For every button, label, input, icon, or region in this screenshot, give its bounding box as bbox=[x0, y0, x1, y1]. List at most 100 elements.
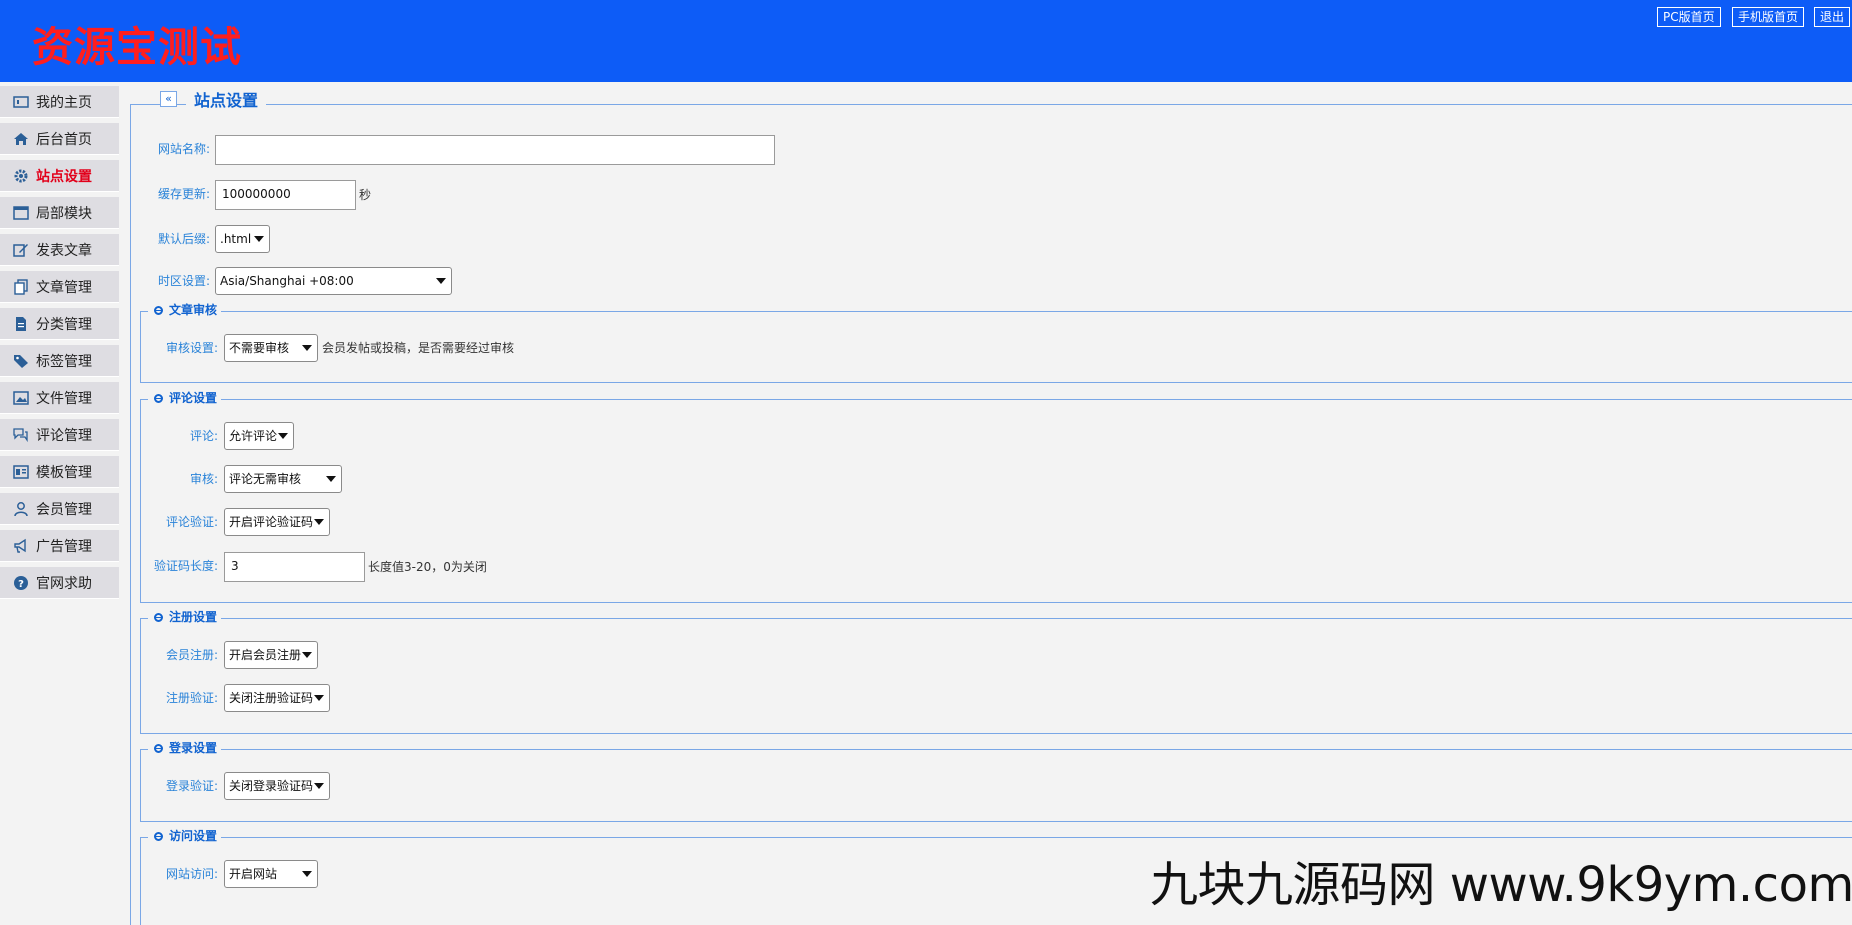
login-settings-legend: 登录设置 bbox=[148, 740, 222, 756]
sidebar-item-category-manage[interactable]: 分类管理 bbox=[0, 308, 119, 340]
image-icon bbox=[13, 390, 29, 406]
register-settings-legend: 注册设置 bbox=[148, 609, 222, 625]
collapse-circle-icon[interactable] bbox=[154, 831, 163, 841]
chevron-down-icon bbox=[278, 433, 288, 439]
sidebar-item-file-manage[interactable]: 文件管理 bbox=[0, 382, 119, 414]
site-access-select[interactable]: 开启网站 bbox=[224, 860, 318, 888]
pc-home-link[interactable]: PC版首页 bbox=[1657, 7, 1721, 27]
sidebar-item-template-manage[interactable]: 模板管理 bbox=[0, 456, 119, 488]
svg-text:?: ? bbox=[18, 579, 24, 590]
register-settings-legend-text: 注册设置 bbox=[169, 610, 218, 624]
sidebar-item-comment-manage[interactable]: 评论管理 bbox=[0, 419, 119, 451]
default-suffix-select[interactable]: .html bbox=[215, 225, 270, 253]
comment-value: 允许评论 bbox=[229, 429, 278, 443]
page-title: 站点设置 bbox=[186, 89, 267, 113]
timezone-label: 时区设置: bbox=[157, 274, 210, 288]
id-card-icon bbox=[13, 94, 29, 110]
site-name-label: 网站名称: bbox=[157, 142, 210, 156]
sidebar-item-label: 站点设置 bbox=[36, 168, 92, 185]
sidebar-item-label: 我的主页 bbox=[36, 94, 92, 111]
chevron-down-icon bbox=[314, 519, 324, 525]
collapse-circle-icon[interactable] bbox=[154, 393, 163, 403]
collapse-circle-icon[interactable] bbox=[154, 612, 163, 622]
login-settings-fieldset bbox=[140, 749, 1852, 822]
sidebar-item-article-manage[interactable]: 文章管理 bbox=[0, 271, 119, 303]
timezone-select[interactable]: Asia/Shanghai +08:00 bbox=[215, 267, 452, 295]
sidebar-item-my-home[interactable]: 我的主页 bbox=[0, 86, 119, 118]
comment-select[interactable]: 允许评论 bbox=[224, 422, 294, 450]
template-icon bbox=[13, 464, 29, 480]
comment-audit-select[interactable]: 评论无需审核 bbox=[224, 465, 342, 493]
edit-icon bbox=[13, 242, 29, 258]
sidebar-item-label: 分类管理 bbox=[36, 316, 92, 333]
login-captcha-select[interactable]: 关闭登录验证码 bbox=[224, 772, 330, 800]
sidebar-item-member-manage[interactable]: 会员管理 bbox=[0, 493, 119, 525]
chevron-down-icon bbox=[314, 783, 324, 789]
login-captcha-value: 关闭登录验证码 bbox=[229, 779, 314, 793]
sidebar-item-ad-manage[interactable]: 广告管理 bbox=[0, 530, 119, 562]
login-settings-legend-text: 登录设置 bbox=[169, 741, 218, 755]
timezone-value: Asia/Shanghai +08:00 bbox=[220, 274, 354, 288]
review-setting-select[interactable]: 不需要审核 bbox=[224, 334, 318, 362]
sidebar-item-post-article[interactable]: 发表文章 bbox=[0, 234, 119, 266]
file-icon bbox=[13, 316, 29, 332]
site-logo-title: 资源宝测试 bbox=[32, 23, 242, 71]
cache-unit-text: 秒 bbox=[359, 188, 372, 202]
article-review-legend-text: 文章审核 bbox=[169, 303, 218, 317]
register-settings-fieldset bbox=[140, 618, 1852, 734]
access-settings-legend: 访问设置 bbox=[148, 828, 222, 844]
site-access-label: 网站访问: bbox=[165, 867, 218, 881]
comment-captcha-value: 开启评论验证码 bbox=[229, 515, 314, 529]
register-captcha-value: 关闭注册验证码 bbox=[229, 691, 314, 705]
review-setting-value: 不需要审核 bbox=[229, 341, 290, 355]
chevron-down-icon bbox=[302, 871, 312, 877]
cache-update-label: 缓存更新: bbox=[157, 187, 210, 201]
sidebar-item-help[interactable]: ? 官网求助 bbox=[0, 567, 119, 599]
megaphone-icon bbox=[13, 538, 29, 554]
sidebar-item-label: 广告管理 bbox=[36, 538, 92, 555]
member-register-value: 开启会员注册 bbox=[229, 648, 302, 662]
sidebar-item-label: 会员管理 bbox=[36, 501, 92, 518]
collapse-circle-icon[interactable] bbox=[154, 743, 163, 753]
register-captcha-select[interactable]: 关闭注册验证码 bbox=[224, 684, 330, 712]
home-icon bbox=[13, 131, 29, 147]
mobile-home-link[interactable]: 手机版首页 bbox=[1732, 7, 1805, 27]
captcha-length-input[interactable]: 3 bbox=[224, 552, 365, 582]
sidebar-item-label: 模板管理 bbox=[36, 464, 92, 481]
review-setting-hint: 会员发帖或投稿，是否需要经过审核 bbox=[322, 341, 515, 355]
help-icon: ? bbox=[13, 575, 29, 591]
sidebar-item-label: 标签管理 bbox=[36, 353, 92, 370]
sidebar-item-label: 文件管理 bbox=[36, 390, 92, 407]
user-icon bbox=[13, 501, 29, 517]
comments-icon bbox=[13, 427, 29, 443]
sidebar-item-label: 局部模块 bbox=[36, 205, 92, 222]
site-access-value: 开启网站 bbox=[229, 867, 278, 881]
cache-update-input[interactable]: 100000000 bbox=[215, 180, 356, 210]
sidebar-item-site-settings[interactable]: 站点设置 bbox=[0, 160, 119, 192]
captcha-length-hint: 长度值3-20，0为关闭 bbox=[368, 560, 487, 574]
captcha-length-label: 验证码长度: bbox=[153, 559, 218, 573]
sidebar-item-tag-manage[interactable]: 标签管理 bbox=[0, 345, 119, 377]
review-setting-label: 审核设置: bbox=[165, 341, 218, 355]
site-name-input[interactable] bbox=[215, 135, 775, 165]
comment-captcha-select[interactable]: 开启评论验证码 bbox=[224, 508, 330, 536]
default-suffix-label: 默认后缀: bbox=[157, 232, 210, 246]
article-review-legend: 文章审核 bbox=[148, 302, 222, 318]
sidebar-item-admin-home[interactable]: 后台首页 bbox=[0, 123, 119, 155]
chevron-down-icon bbox=[314, 695, 324, 701]
logout-link[interactable]: 退出 bbox=[1814, 7, 1851, 27]
comment-settings-legend: 评论设置 bbox=[148, 390, 222, 406]
member-register-label: 会员注册: bbox=[165, 648, 218, 662]
chevron-down-icon bbox=[254, 236, 264, 242]
collapse-circle-icon[interactable] bbox=[154, 305, 163, 315]
top-header: 资源宝测试 PC版首页 手机版首页 退出 bbox=[0, 0, 1852, 82]
collapse-sidebar-button[interactable]: « bbox=[160, 91, 177, 107]
chevron-down-icon bbox=[436, 278, 446, 284]
watermark-text: 九块九源码网 www.9k9ym.com bbox=[1150, 857, 1852, 913]
comment-audit-label: 审核: bbox=[189, 472, 218, 486]
chevron-down-icon bbox=[302, 652, 312, 658]
member-register-select[interactable]: 开启会员注册 bbox=[224, 641, 318, 669]
chevron-down-icon bbox=[302, 345, 312, 351]
window-icon bbox=[13, 205, 29, 221]
sidebar-item-modules[interactable]: 局部模块 bbox=[0, 197, 119, 229]
